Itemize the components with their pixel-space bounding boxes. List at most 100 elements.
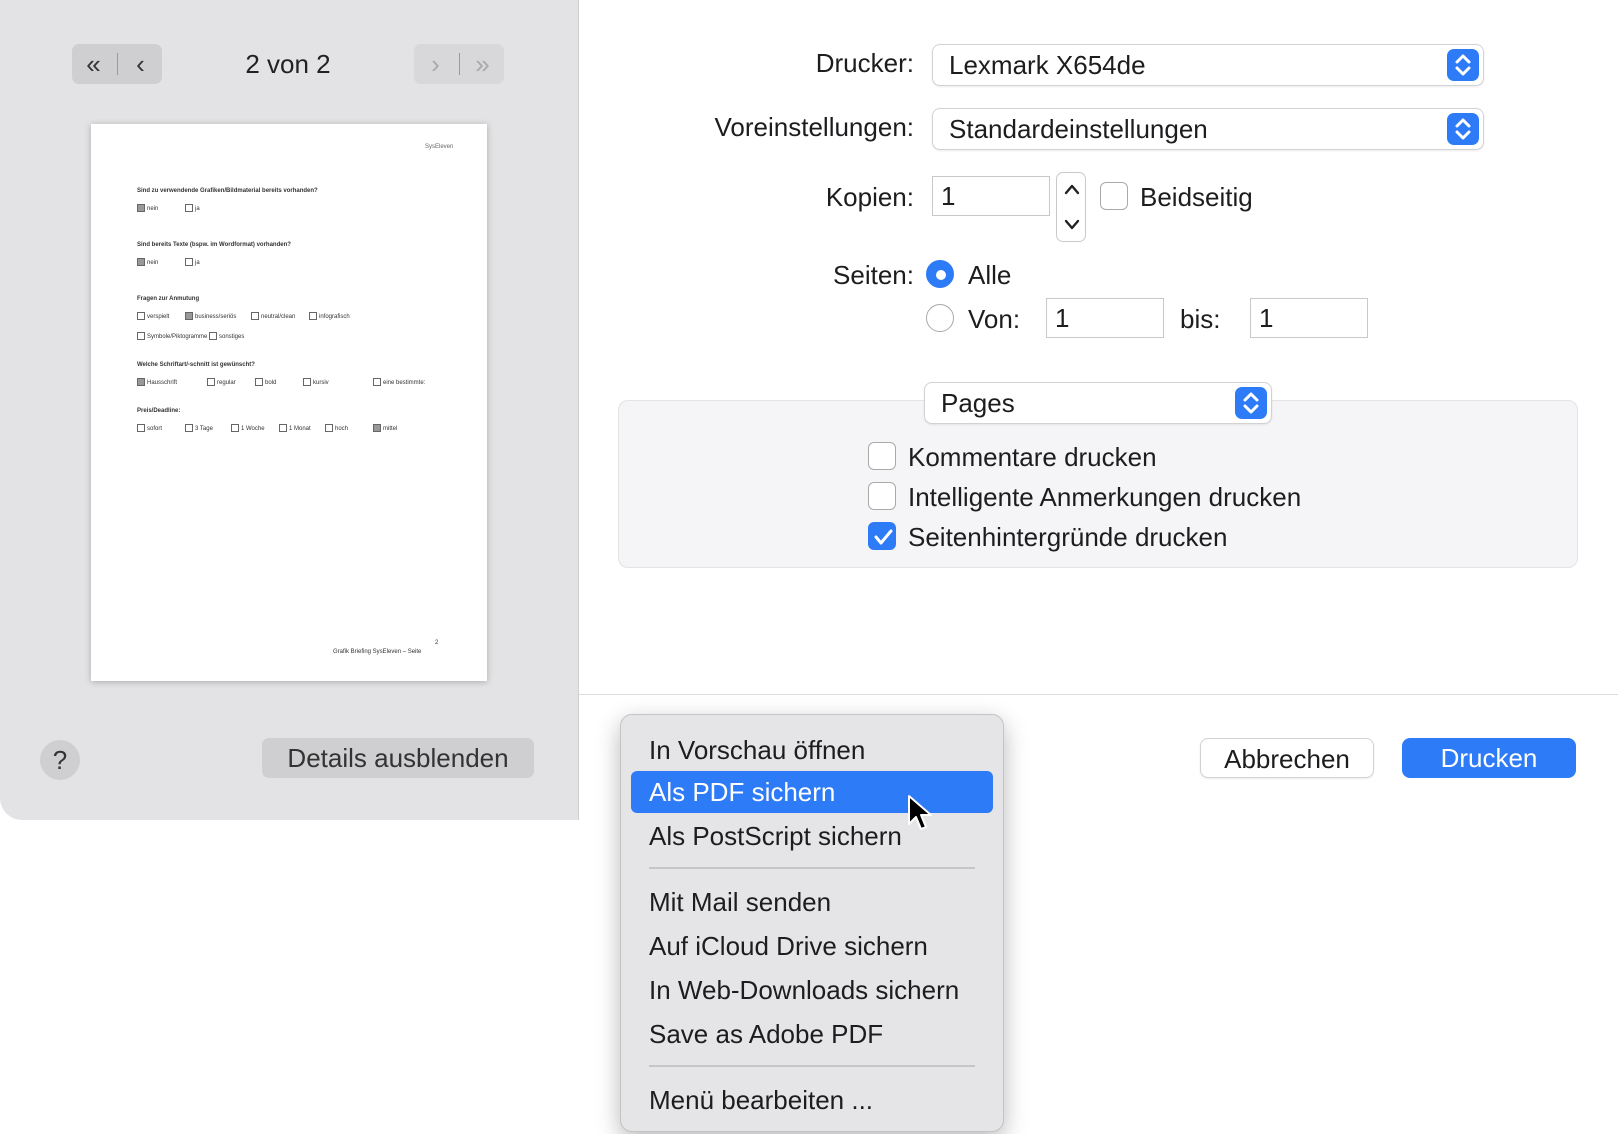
- doc-option: neutral/clean: [261, 314, 296, 320]
- pages-all-label: Alle: [968, 260, 1012, 290]
- doc-option: nein: [147, 260, 159, 266]
- copies-label: Kopien:: [825, 182, 914, 212]
- app-section-select[interactable]: Pages: [924, 382, 1272, 424]
- menu-item-save-as-pdf[interactable]: Als PDF sichern: [631, 771, 993, 813]
- doc-option: 1 Monat: [289, 426, 311, 432]
- doc-checkbox: [137, 332, 145, 340]
- nav-forward-group: › »: [414, 44, 504, 84]
- doc-checkbox: [137, 424, 145, 432]
- doc-checkbox: [373, 378, 381, 386]
- doc-checkbox: [325, 424, 333, 432]
- doc-option: bold: [265, 380, 277, 386]
- print-backgrounds-checkbox[interactable]: [868, 522, 896, 550]
- footer-divider: [579, 694, 1618, 695]
- menu-item-save-as-postscript[interactable]: Als PostScript sichern: [631, 815, 993, 857]
- chevron-left-icon[interactable]: ‹: [121, 44, 161, 84]
- preview-pane: « ‹ 2 von 2 › » SysEleven Sind zu verwen…: [0, 0, 578, 820]
- copies-field[interactable]: 1: [932, 176, 1050, 216]
- pages-all-radio[interactable]: [926, 260, 954, 288]
- help-button[interactable]: ?: [40, 740, 80, 780]
- pages-to-label: bis:: [1180, 304, 1221, 334]
- duplex-checkbox[interactable]: [1100, 182, 1128, 210]
- page-counter: 2 von 2: [245, 49, 331, 79]
- doc-footer: Grafik Briefing SysEleven – Seite: [333, 649, 422, 655]
- doc-checkbox: [309, 312, 317, 320]
- copies-stepper[interactable]: [1056, 172, 1086, 242]
- doc-question: Welche Schriftart/-schnitt ist gewünscht…: [137, 362, 255, 368]
- menu-item-save-as-adobe-pdf[interactable]: Save as Adobe PDF: [631, 1013, 993, 1055]
- doc-footer-page: 2: [435, 640, 439, 646]
- doc-checkbox: [373, 424, 381, 432]
- doc-checkbox: [207, 378, 215, 386]
- pages-from-label: Von:: [968, 304, 1021, 334]
- hide-details-button[interactable]: Details ausblenden: [262, 738, 534, 778]
- menu-item-save-to-icloud[interactable]: Auf iCloud Drive sichern: [631, 925, 993, 967]
- doc-checkbox: [137, 378, 145, 386]
- menu-item-save-to-web-downloads[interactable]: In Web-Downloads sichern: [631, 969, 993, 1011]
- print-comments-label: Kommentare drucken: [908, 442, 1157, 472]
- duplex-label: Beidseitig: [1140, 182, 1253, 212]
- menu-item-edit-menu[interactable]: Menü bearbeiten ...: [631, 1079, 993, 1121]
- print-dialog: « ‹ 2 von 2 › » SysEleven Sind zu verwen…: [0, 0, 1618, 820]
- printer-select[interactable]: Lexmark X654de: [932, 44, 1484, 86]
- doc-option: sofort: [147, 426, 163, 432]
- pages-to-field[interactable]: 1: [1250, 298, 1368, 338]
- doc-option: eine bestimmte:: [383, 380, 426, 386]
- doc-option: ja: [195, 206, 200, 212]
- print-comments-checkbox[interactable]: [868, 442, 896, 470]
- doc-option: kursiv: [313, 380, 329, 386]
- double-chevron-left-icon[interactable]: «: [74, 44, 114, 84]
- doc-checkbox: [303, 378, 311, 386]
- doc-option: Symbole/Piktogramme: [147, 334, 208, 340]
- print-backgrounds-label: Seitenhintergründe drucken: [908, 522, 1228, 552]
- nav-divider: [458, 53, 460, 75]
- doc-option: ja: [195, 260, 200, 266]
- doc-option: verspielt: [147, 314, 170, 320]
- doc-question: Fragen zur Anmutung: [137, 296, 200, 302]
- doc-checkbox: [185, 258, 193, 266]
- doc-checkbox: [209, 332, 217, 340]
- stepper-arrows-icon: [1064, 184, 1080, 230]
- doc-checkbox: [185, 424, 193, 432]
- doc-question: Sind zu verwendende Grafiken/Bildmateria…: [137, 188, 318, 194]
- menu-item-send-via-mail[interactable]: Mit Mail senden: [631, 881, 993, 923]
- chevron-right-icon[interactable]: ›: [416, 44, 456, 84]
- presets-label: Voreinstellungen:: [714, 112, 914, 142]
- print-smart-annotations-checkbox[interactable]: [868, 482, 896, 510]
- menu-separator: [649, 867, 975, 869]
- doc-checkbox: [137, 204, 145, 212]
- doc-checkbox: [137, 312, 145, 320]
- up-down-chevrons-icon: [1235, 387, 1267, 419]
- cancel-button[interactable]: Abbrechen: [1200, 738, 1374, 778]
- doc-checkbox: [185, 312, 193, 320]
- pdf-menu: In Vorschau öffnen Als PDF sichern Als P…: [620, 714, 1004, 1132]
- doc-option: Hausschrift: [147, 380, 178, 386]
- checkmark-icon: [874, 529, 893, 545]
- doc-option: 3 Tage: [195, 426, 213, 432]
- pages-range-radio[interactable]: [926, 304, 954, 332]
- printer-value: Lexmark X654de: [949, 50, 1146, 80]
- pages-from-field[interactable]: 1: [1046, 298, 1164, 338]
- print-button[interactable]: Drucken: [1402, 738, 1576, 778]
- doc-option: mittel: [383, 426, 398, 432]
- doc-question: Sind bereits Texte (bspw. im Wordformat)…: [137, 242, 291, 248]
- up-down-chevrons-icon: [1447, 49, 1479, 81]
- up-down-chevrons-icon: [1447, 113, 1479, 145]
- doc-checkbox: [251, 312, 259, 320]
- presets-select[interactable]: Standardeinstellungen: [932, 108, 1484, 150]
- pane-divider: [578, 0, 579, 820]
- doc-option: 1 Woche: [241, 426, 265, 432]
- presets-value: Standardeinstellungen: [949, 114, 1208, 144]
- doc-checkbox: [279, 424, 287, 432]
- page-preview: SysEleven Sind zu verwendende Grafiken/B…: [91, 124, 487, 681]
- menu-item-open-in-preview[interactable]: In Vorschau öffnen: [631, 729, 993, 771]
- double-chevron-right-icon[interactable]: »: [463, 44, 503, 84]
- doc-checkbox: [137, 258, 145, 266]
- doc-option: infografisch: [319, 314, 350, 320]
- doc-checkbox: [231, 424, 239, 432]
- pages-label: Seiten:: [833, 260, 914, 290]
- doc-checkbox: [185, 204, 193, 212]
- doc-option: nein: [147, 206, 159, 212]
- doc-option: hoch: [335, 426, 349, 432]
- mouse-pointer-icon: [908, 795, 932, 830]
